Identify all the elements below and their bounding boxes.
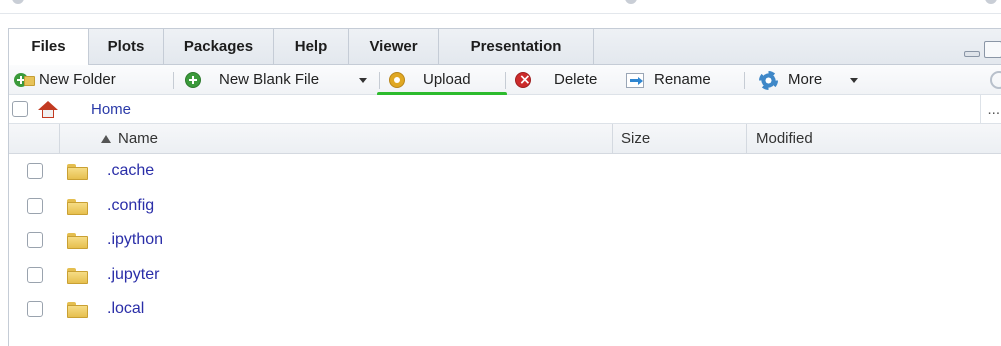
tab-files[interactable]: Files	[9, 29, 89, 66]
row-checkbox[interactable]	[27, 163, 43, 179]
folder-icon	[67, 198, 88, 215]
path-bar: Home ...	[9, 95, 1001, 124]
column-size-label: Size	[621, 130, 651, 147]
select-all-checkbox[interactable]	[12, 101, 28, 117]
tab-packages[interactable]: Packages	[164, 29, 274, 65]
tab-presentation[interactable]: Presentation	[439, 29, 594, 65]
more-button[interactable]: More	[755, 65, 865, 95]
path-overflow-button[interactable]: ...	[980, 95, 1000, 124]
more-label: More	[788, 71, 823, 88]
file-row[interactable]: .jupyter	[9, 258, 1001, 293]
upload-icon	[389, 72, 405, 88]
file-name-link[interactable]: .config	[107, 189, 154, 224]
gear-icon	[759, 71, 778, 90]
icon-column	[59, 124, 74, 154]
partial-icon	[625, 0, 637, 4]
file-list-header: Name Size Modified	[9, 124, 1001, 154]
files-toolbar: New Folder New Blank File Upload Delete …	[9, 65, 1001, 96]
maximize-icon[interactable]	[984, 41, 1001, 58]
upload-button[interactable]: Upload	[387, 65, 497, 95]
file-row[interactable]: .cache	[9, 154, 1001, 189]
upload-label: Upload	[423, 71, 471, 88]
sort-ascending-icon	[101, 135, 111, 143]
row-checkbox[interactable]	[27, 197, 43, 214]
rename-label: Rename	[654, 71, 711, 88]
new-folder-label: New Folder	[39, 71, 116, 88]
refresh-icon[interactable]	[990, 71, 1001, 89]
tab-help[interactable]: Help	[274, 29, 349, 65]
new-folder-button[interactable]: New Folder	[9, 65, 164, 95]
file-list: .cache .config .ipython .jupyter .local	[9, 154, 1001, 327]
rename-button[interactable]: Rename	[626, 65, 736, 95]
breadcrumb-home[interactable]: Home	[91, 95, 131, 124]
folder-icon	[67, 267, 88, 284]
row-checkbox[interactable]	[27, 301, 43, 317]
pane-tabbar: Files Plots Packages Help Viewer Present…	[9, 28, 1001, 66]
toolbar-separator	[173, 72, 174, 89]
file-row[interactable]: .ipython	[9, 223, 1001, 258]
delete-button[interactable]: Delete	[513, 65, 618, 95]
chevron-down-icon	[359, 78, 367, 83]
column-modified[interactable]: Modified	[746, 124, 1001, 154]
folder-plus-icon	[14, 72, 35, 88]
file-row[interactable]: .local	[9, 292, 1001, 327]
chevron-down-icon	[850, 78, 858, 83]
new-blank-file-button[interactable]: New Blank File	[181, 65, 371, 95]
partial-icon	[985, 0, 997, 4]
home-icon[interactable]	[38, 101, 58, 118]
toolbar-separator	[744, 72, 745, 89]
column-size[interactable]: Size	[612, 124, 742, 154]
top-strip	[0, 0, 1001, 14]
window-controls	[962, 41, 1001, 61]
file-name-link[interactable]: .ipython	[107, 223, 163, 258]
tab-plots[interactable]: Plots	[89, 29, 164, 65]
column-modified-label: Modified	[756, 130, 813, 147]
delete-icon	[515, 65, 531, 95]
row-checkbox[interactable]	[27, 266, 43, 283]
toolbar-separator	[505, 72, 506, 89]
column-name-label: Name	[118, 130, 159, 147]
minimize-icon[interactable]	[964, 51, 980, 57]
column-name[interactable]: Name	[74, 124, 620, 154]
folder-icon	[67, 164, 88, 180]
new-blank-file-label: New Blank File	[219, 71, 320, 88]
tab-viewer[interactable]: Viewer	[349, 29, 439, 65]
file-name-link[interactable]: .local	[107, 292, 144, 327]
file-name-link[interactable]: .jupyter	[107, 258, 159, 293]
file-name-link[interactable]: .cache	[107, 154, 154, 189]
folder-icon	[67, 302, 88, 318]
rename-icon	[626, 73, 644, 88]
toolbar-separator	[379, 72, 380, 89]
folder-icon	[67, 233, 88, 249]
partial-icon	[12, 0, 24, 4]
delete-label: Delete	[554, 71, 598, 88]
row-checkbox[interactable]	[27, 232, 43, 248]
files-pane: Files Plots Packages Help Viewer Present…	[8, 28, 1001, 346]
add-icon	[185, 72, 201, 88]
file-row[interactable]: .config	[9, 189, 1001, 224]
